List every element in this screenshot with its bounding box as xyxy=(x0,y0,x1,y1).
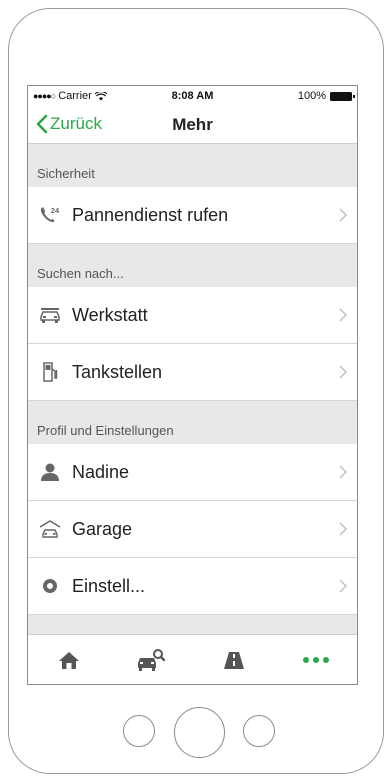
page-title: Mehr xyxy=(172,115,213,134)
more-dots-icon xyxy=(302,656,329,663)
chevron-right-icon xyxy=(339,308,347,322)
list-item-nadine[interactable]: Nadine xyxy=(28,444,357,501)
home-button[interactable] xyxy=(174,707,225,758)
svg-text:24: 24 xyxy=(51,206,60,215)
tab-road[interactable] xyxy=(193,635,275,684)
navigation-bar: Zurück Mehr xyxy=(28,106,357,144)
road-icon xyxy=(223,651,244,669)
list-item-werkstatt[interactable]: Werkstatt xyxy=(28,287,357,344)
settings-list[interactable]: Sicherheit 24 Pannendienst rufen Suchen … xyxy=(28,144,357,634)
chevron-right-icon xyxy=(339,208,347,222)
battery-percent: 100% xyxy=(297,90,326,102)
hardware-button-left xyxy=(123,715,155,747)
tab-car-search[interactable] xyxy=(110,635,192,684)
list-item-garage[interactable]: Garage xyxy=(28,501,357,558)
status-bar: ●●●●○ Carrier 8:08 AM 100% xyxy=(28,86,357,106)
list-item-label: Einstell... xyxy=(72,575,146,596)
settings-icon xyxy=(39,575,61,597)
list-item-label: Nadine xyxy=(72,461,130,482)
list-item-label: Werkstatt xyxy=(72,304,148,325)
tab-home[interactable] xyxy=(28,635,110,684)
list-item-label: Garage xyxy=(72,518,133,539)
user-icon xyxy=(39,461,61,483)
battery-icon xyxy=(330,91,355,101)
list-item-label: Tankstellen xyxy=(72,361,163,382)
list-item-einstellungen[interactable]: Einstell... xyxy=(28,558,357,615)
screen: ●●●●○ Carrier 8:08 AM 100% Zurück Mehr S… xyxy=(27,85,358,685)
list-item-label: Pannendienst rufen xyxy=(72,204,229,225)
section-header-sicherheit: Sicherheit xyxy=(28,144,357,187)
fuel-pump-icon xyxy=(39,361,61,383)
car-search-icon xyxy=(138,648,166,671)
chevron-right-icon xyxy=(339,522,347,536)
section-header-profil: Profil und Einstellungen xyxy=(28,401,357,444)
section-header-suchen: Suchen nach... xyxy=(28,244,357,287)
chevron-right-icon xyxy=(339,465,347,479)
chevron-right-icon xyxy=(339,579,347,593)
list-item-pannendienst[interactable]: 24 Pannendienst rufen xyxy=(28,187,357,244)
phone-24-icon: 24 xyxy=(39,204,61,226)
list-item-tankstellen[interactable]: Tankstellen xyxy=(28,344,357,401)
chevron-right-icon xyxy=(339,365,347,379)
garage-icon xyxy=(39,518,61,540)
tab-bar xyxy=(28,634,357,684)
home-icon xyxy=(59,651,80,669)
hardware-button-right xyxy=(243,715,275,747)
workshop-car-icon xyxy=(39,304,61,326)
tab-more[interactable] xyxy=(275,635,357,684)
